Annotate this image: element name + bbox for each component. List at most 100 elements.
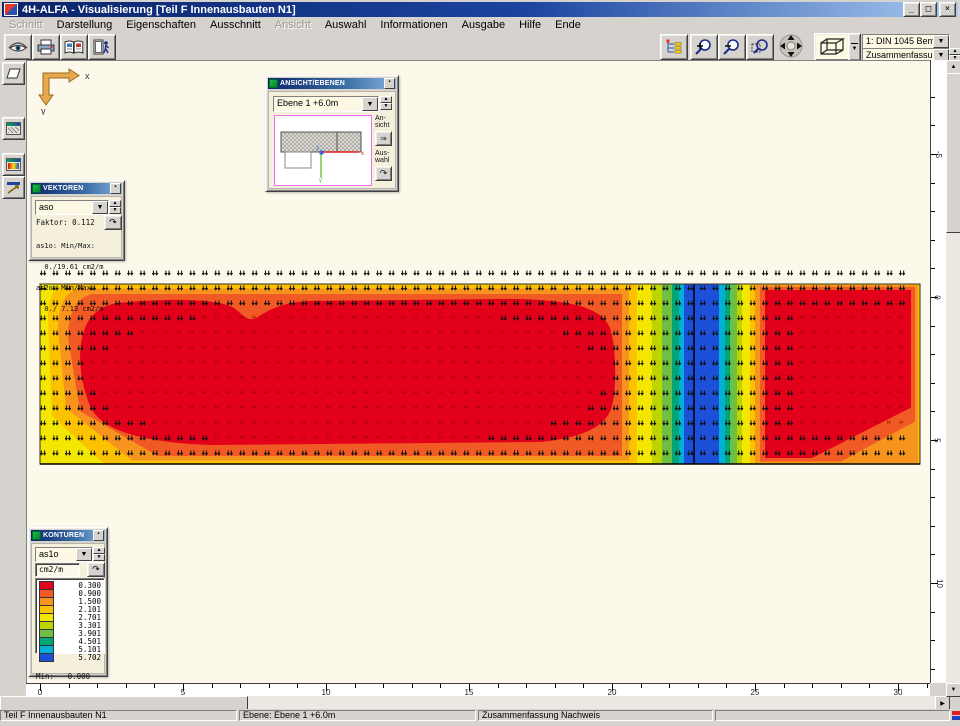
result-tree-button[interactable]	[660, 34, 688, 60]
ruler-tick	[931, 497, 935, 498]
vector-combo[interactable]: aso ▼	[35, 200, 109, 215]
level-preview[interactable]: x y z	[274, 115, 372, 186]
contour-combo[interactable]: as1o ▼	[35, 547, 93, 562]
eye-icon	[8, 40, 28, 54]
chevron-down-icon[interactable]: ▼	[76, 548, 92, 561]
vectors-window-titlebar[interactable]: VEKTOREN ▪	[31, 183, 122, 194]
vector-stat-line: 0./ 7.13 cm2/m	[36, 306, 103, 313]
spin-down-icon[interactable]: ▼	[93, 554, 105, 561]
contours-window-button[interactable]	[2, 153, 25, 176]
redraw-arrow-icon: ↷	[92, 564, 100, 575]
ruler-tick	[784, 684, 785, 688]
arrow-up-icon: ▲	[951, 64, 957, 70]
spin-up-icon[interactable]: ▲	[93, 547, 105, 554]
menu-item-auswahl[interactable]: Auswahl	[318, 19, 374, 31]
select-apply-button[interactable]: ↷	[375, 166, 392, 181]
spin-down-icon[interactable]: ▼	[109, 207, 121, 214]
vector-stat-line: 0./19.61 cm2/m	[36, 264, 103, 271]
ruler-tick	[812, 684, 813, 688]
ruler-tick	[698, 684, 699, 688]
status-level: Ebene: Ebene 1 +6.0m	[239, 710, 476, 721]
menu-item-ausgabe[interactable]: Ausgabe	[455, 19, 512, 31]
spin-up-icon[interactable]: ▲	[949, 48, 960, 55]
chevron-down-icon[interactable]: ▼	[933, 35, 949, 48]
drawing-canvas[interactable]: x y	[26, 60, 931, 684]
ruler-tick	[931, 326, 935, 327]
view-3d-button[interactable]	[814, 33, 850, 61]
contours-window-titlebar[interactable]: KONTUREN ▪	[31, 530, 105, 541]
contour-combo-value: as1o	[36, 548, 76, 561]
vscroll-up-button[interactable]: ▲	[946, 60, 960, 74]
contour-plot[interactable]	[39, 266, 921, 466]
contour-redraw-button[interactable]: ↷	[87, 562, 105, 577]
level-spinner[interactable]: ▲ ▼	[380, 96, 392, 110]
levels-window-button[interactable]	[2, 117, 25, 140]
vectors-window[interactable]: VEKTOREN ▪ aso ▼ ▲ ▼ Faktor: 0.112 ↷ as1…	[28, 180, 125, 261]
close-icon[interactable]: ▪	[93, 530, 104, 541]
menu-item-darstellung[interactable]: Darstellung	[50, 19, 120, 31]
levels-window-titlebar[interactable]: ANSICHT/EBENEN ▪	[268, 78, 396, 89]
ruler-tick	[931, 211, 935, 212]
view-apply-button[interactable]: ⇒	[375, 131, 392, 146]
vector-spinner[interactable]: ▲ ▼	[109, 200, 121, 213]
zoom-window-button[interactable]	[746, 34, 774, 60]
vectors-window-button[interactable]	[2, 176, 25, 199]
levels-window[interactable]: ANSICHT/EBENEN ▪ Ebene 1 +6.0m ▼ ▲ ▼	[265, 75, 399, 192]
close-button[interactable]: ×	[939, 2, 956, 17]
window-title: 4H-ALFA - Visualisierung [Teil F Innenau…	[22, 4, 296, 16]
menu-item-ende[interactable]: Ende	[548, 19, 588, 31]
zoom-out-button[interactable]	[718, 34, 746, 60]
vscroll-down-button[interactable]: ▼	[946, 683, 960, 697]
zoom-in-button[interactable]	[690, 34, 718, 60]
pan-control[interactable]	[774, 33, 808, 59]
print-button[interactable]	[32, 34, 60, 60]
contours-window[interactable]: KONTUREN ▪ as1o ▼ ▲ ▼ cm2/m ↷ 0.3000.900…	[28, 527, 108, 677]
spin-up-icon[interactable]: ▲	[109, 200, 121, 207]
menu-item-informationen[interactable]: Informationen	[373, 19, 454, 31]
report-button[interactable]	[60, 34, 88, 60]
chevron-down-icon: ▼	[852, 46, 858, 52]
close-icon[interactable]: ▪	[110, 183, 121, 194]
menu-item-hilfe[interactable]: Hilfe	[512, 19, 548, 31]
spin-down-icon[interactable]: ▼	[380, 103, 392, 110]
level-combo[interactable]: Ebene 1 +6.0m ▼	[273, 96, 379, 112]
plane-icon	[6, 68, 21, 79]
preview-origin	[320, 151, 324, 155]
arrow-down-icon: ▼	[951, 687, 957, 693]
menu-item-ausschnitt[interactable]: Ausschnitt	[203, 19, 268, 31]
chevron-down-icon[interactable]: ▼	[92, 201, 108, 214]
hscroll-right-button[interactable]: ▶	[935, 696, 950, 710]
contours-window-title: KONTUREN	[43, 532, 93, 539]
menu-item-eigenschaften[interactable]: Eigenschaften	[119, 19, 203, 31]
ruler-tick	[269, 684, 270, 688]
vector-redraw-button[interactable]: ↷	[104, 215, 122, 230]
vertical-scrollbar[interactable]: ▲ ▼	[946, 60, 960, 696]
display-eye-button[interactable]	[4, 34, 32, 60]
exit-button[interactable]	[88, 34, 116, 60]
ruler-tick	[931, 183, 935, 184]
maximize-button[interactable]: □	[920, 2, 937, 17]
horizontal-scrollbar[interactable]: ▶	[0, 696, 948, 709]
app-window: { "window": { "title": "4H-ALFA - Visual…	[0, 0, 960, 720]
plane-select-button[interactable]	[2, 62, 25, 85]
title-bar[interactable]: 4H-ALFA - Visualisierung [Teil F Innenau…	[2, 2, 958, 17]
svg-text:x: x	[361, 151, 364, 157]
design-combo[interactable]: 1: DIN 1045 Bemessung ▼	[862, 34, 950, 49]
zoom-out-icon	[722, 38, 742, 56]
minimize-button[interactable]: _	[903, 2, 920, 17]
ruler-tick	[931, 640, 935, 641]
contours-window-icon	[6, 158, 21, 171]
toolbar: ▼ 1: DIN 1045 Bemessung ▼ Zusammenfassun…	[2, 33, 958, 61]
ruler-tick	[126, 684, 127, 688]
close-icon[interactable]: ▪	[384, 78, 395, 89]
zoom-window-icon	[750, 38, 770, 56]
spin-up-icon[interactable]: ▲	[380, 96, 392, 103]
view-3d-dropdown[interactable]: ▼	[848, 33, 861, 61]
vscroll-thumb[interactable]	[946, 73, 960, 233]
contour-spinner[interactable]: ▲ ▼	[93, 547, 105, 560]
vectors-icon	[6, 181, 21, 194]
hscroll-thumb[interactable]	[0, 696, 248, 710]
chevron-down-icon[interactable]: ▼	[362, 97, 378, 111]
menu-bar: SchnittDarstellungEigenschaftenAusschnit…	[2, 18, 958, 32]
ruler-tick	[641, 684, 642, 688]
